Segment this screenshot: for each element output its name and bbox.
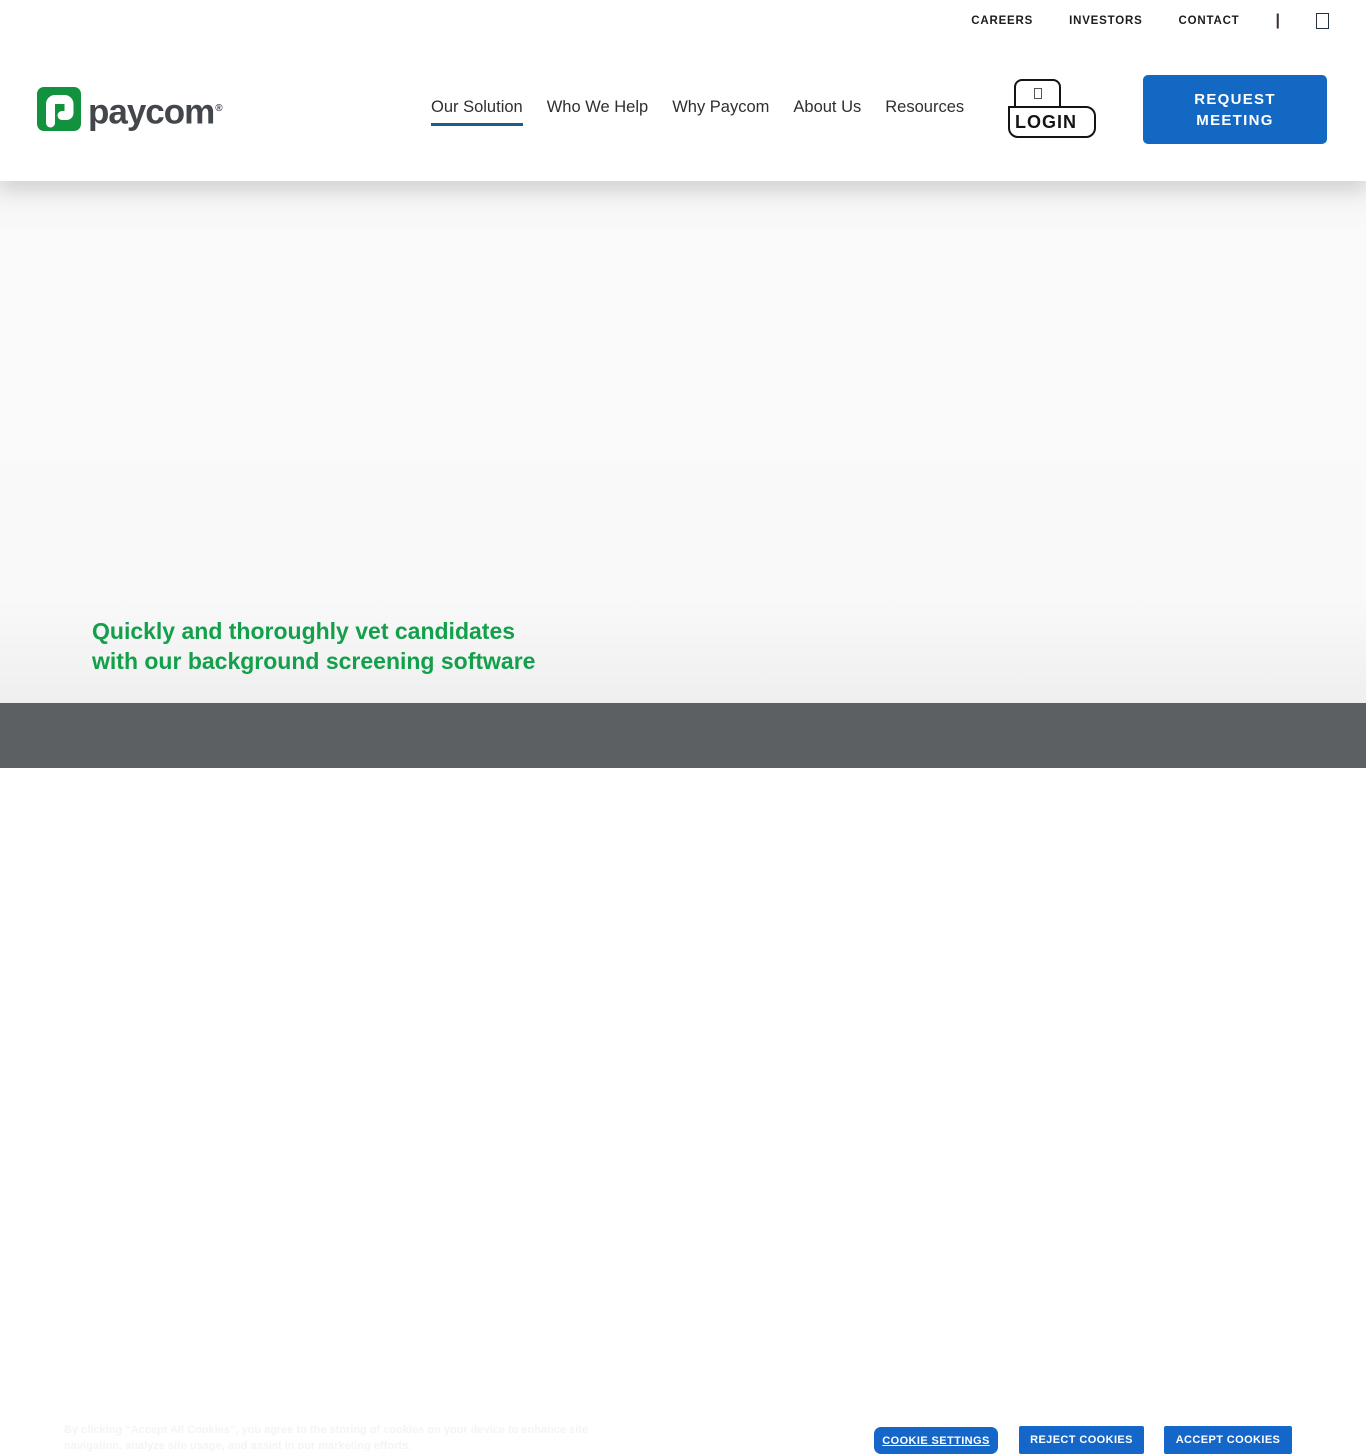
hero-heading-line2: with our background screening software [92, 646, 535, 676]
logo-wordmark: paycom® [88, 87, 222, 135]
site-header: CAREERS INVESTORS CONTACT | paycom® Our … [0, 0, 1366, 181]
paycom-logo[interactable]: paycom® [37, 87, 222, 136]
login-label: LOGIN [1008, 106, 1096, 138]
topbar-separator: | [1276, 12, 1280, 30]
hero-section: Quickly and thoroughly vet candidates wi… [0, 181, 1366, 703]
accept-cookies-button[interactable]: ACCEPT COOKIES [1164, 1426, 1292, 1454]
cookie-message: By clicking “Accept All Cookies”, you ag… [64, 1422, 649, 1454]
logo-trademark: ® [215, 103, 221, 114]
reject-cookies-button[interactable]: REJECT COOKIES [1019, 1426, 1144, 1454]
nav-item-about-us[interactable]: About Us [793, 98, 861, 126]
nav-item-our-solution[interactable]: Our Solution [431, 98, 523, 126]
hero-heading-line1: Quickly and thoroughly vet candidates [92, 616, 535, 646]
nav-item-who-we-help[interactable]: Who We Help [547, 98, 648, 126]
paycom-landing-page: CAREERS INVESTORS CONTACT | paycom® Our … [0, 0, 1366, 768]
topbar-link-contact[interactable]: CONTACT [1179, 15, 1240, 27]
search-icon[interactable] [1316, 13, 1329, 29]
topbar-link-careers[interactable]: CAREERS [971, 15, 1033, 27]
login-tab [1014, 79, 1061, 108]
topbar-link-investors[interactable]: INVESTORS [1069, 15, 1142, 27]
main-navigation: Our Solution Who We Help Why Paycom Abou… [431, 98, 964, 126]
login-button[interactable]: LOGIN [1008, 79, 1096, 138]
cookie-settings-button[interactable]: COOKIE SETTINGS [872, 1425, 1000, 1456]
request-meeting-button[interactable]: REQUEST MEETING [1143, 75, 1327, 144]
paycom-logo-icon [37, 87, 81, 136]
nav-item-resources[interactable]: Resources [885, 98, 964, 126]
utility-topbar: CAREERS INVESTORS CONTACT | [0, 0, 1366, 42]
nav-item-why-paycom[interactable]: Why Paycom [672, 98, 769, 126]
cookie-consent-banner: By clicking “Accept All Cookies”, you ag… [0, 703, 1366, 768]
lock-icon [1034, 88, 1042, 99]
hero-heading: Quickly and thoroughly vet candidates wi… [92, 616, 535, 676]
